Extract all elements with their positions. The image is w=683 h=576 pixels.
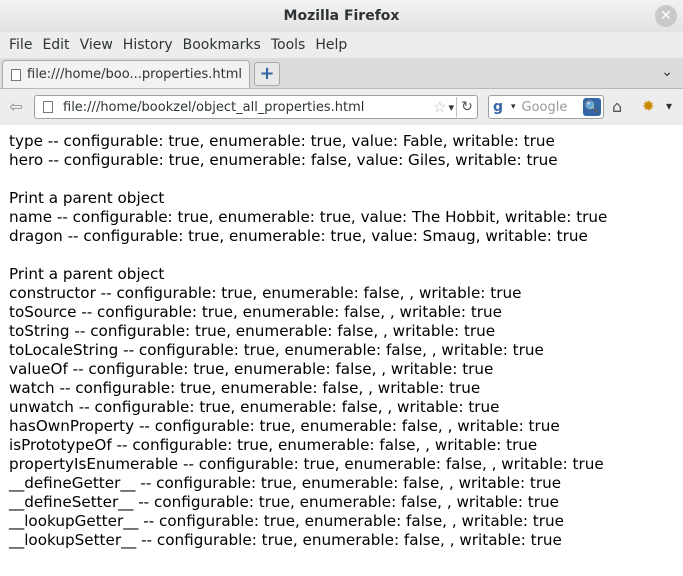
content-line: toString -- configurable: true, enumerab…	[9, 322, 496, 340]
search-engine-dropdown-icon[interactable]: ▾	[511, 102, 516, 112]
search-icon[interactable]: 🔍	[583, 98, 601, 116]
menu-file[interactable]: File	[4, 37, 37, 53]
chevron-down-icon[interactable]: ⌄	[661, 64, 673, 80]
content-line: Print a parent object	[9, 189, 165, 207]
search-bar[interactable]: g ▾ Google 🔍	[488, 95, 604, 119]
content-line: isPrototypeOf -- configurable: true, enu…	[9, 436, 538, 454]
new-tab-button[interactable]: +	[254, 62, 280, 86]
content-line: toSource -- configurable: true, enumerab…	[9, 303, 502, 321]
content-line: hero -- configurable: true, enumerable: …	[9, 151, 558, 169]
menu-bar: File Edit View History Bookmarks Tools H…	[0, 32, 683, 58]
url-input[interactable]: file:///home/bookzel/object_all_properti…	[63, 100, 433, 115]
menu-history[interactable]: History	[118, 37, 178, 53]
close-icon[interactable]: ✕	[655, 5, 677, 27]
bookmark-star-icon[interactable]: ☆	[433, 98, 446, 116]
content-line: valueOf -- configurable: true, enumerabl…	[9, 360, 494, 378]
addon-icon[interactable]: ✹	[642, 97, 655, 115]
menu-help[interactable]: Help	[310, 37, 352, 53]
content-line: Print a parent object	[9, 265, 165, 283]
content-line: toLocaleString -- configurable: true, en…	[9, 341, 544, 359]
tab-label: file:///home/boo...properties.html	[27, 67, 242, 82]
content-line	[9, 170, 683, 189]
content-line: type -- configurable: true, enumerable: …	[9, 132, 555, 150]
navigation-toolbar: ⇦ file:///home/bookzel/object_all_proper…	[0, 89, 683, 126]
menu-tools[interactable]: Tools	[266, 37, 311, 53]
content-line: __defineSetter__ -- configurable: true, …	[9, 493, 559, 511]
content-line: hasOwnProperty -- configurable: true, en…	[9, 417, 560, 435]
content-line: __defineGetter__ -- configurable: true, …	[9, 474, 562, 492]
back-arrow-icon[interactable]: ⇦	[4, 96, 28, 118]
toolbar-overflow-icon[interactable]: ▾	[666, 99, 672, 113]
content-line: constructor -- configurable: true, enume…	[9, 284, 522, 302]
page-icon	[11, 68, 21, 81]
home-icon[interactable]: ⌂	[612, 97, 622, 116]
window-title: Mozilla Firefox	[283, 8, 400, 24]
content-line	[9, 246, 683, 265]
reload-icon[interactable]: ↻	[456, 97, 477, 117]
content-line: dragon -- configurable: true, enumerable…	[9, 227, 588, 245]
menu-view[interactable]: View	[75, 37, 118, 53]
content-line: name -- configurable: true, enumerable: …	[9, 208, 608, 226]
content-line: propertyIsEnumerable -- configurable: tr…	[9, 455, 604, 473]
page-content: type -- configurable: true, enumerable: …	[0, 125, 683, 576]
content-line: watch -- configurable: true, enumerable:…	[9, 379, 481, 397]
tab-active[interactable]: file:///home/boo...properties.html	[2, 60, 250, 88]
google-engine-icon[interactable]: g	[493, 99, 509, 115]
content-line: unwatch -- configurable: true, enumerabl…	[9, 398, 500, 416]
menu-edit[interactable]: Edit	[37, 37, 74, 53]
page-icon	[43, 101, 53, 113]
url-bar[interactable]: file:///home/bookzel/object_all_properti…	[34, 95, 478, 119]
search-input[interactable]: Google	[522, 100, 583, 115]
content-line: __lookupGetter__ -- configurable: true, …	[9, 512, 564, 530]
title-bar: Mozilla Firefox ✕	[0, 0, 683, 32]
content-line: __lookupSetter__ -- configurable: true, …	[9, 531, 562, 549]
menu-bookmarks[interactable]: Bookmarks	[178, 37, 266, 53]
url-history-dropdown-icon[interactable]: ▾	[448, 101, 454, 114]
tab-bar: file:///home/boo...properties.html + ⌄	[0, 58, 683, 89]
